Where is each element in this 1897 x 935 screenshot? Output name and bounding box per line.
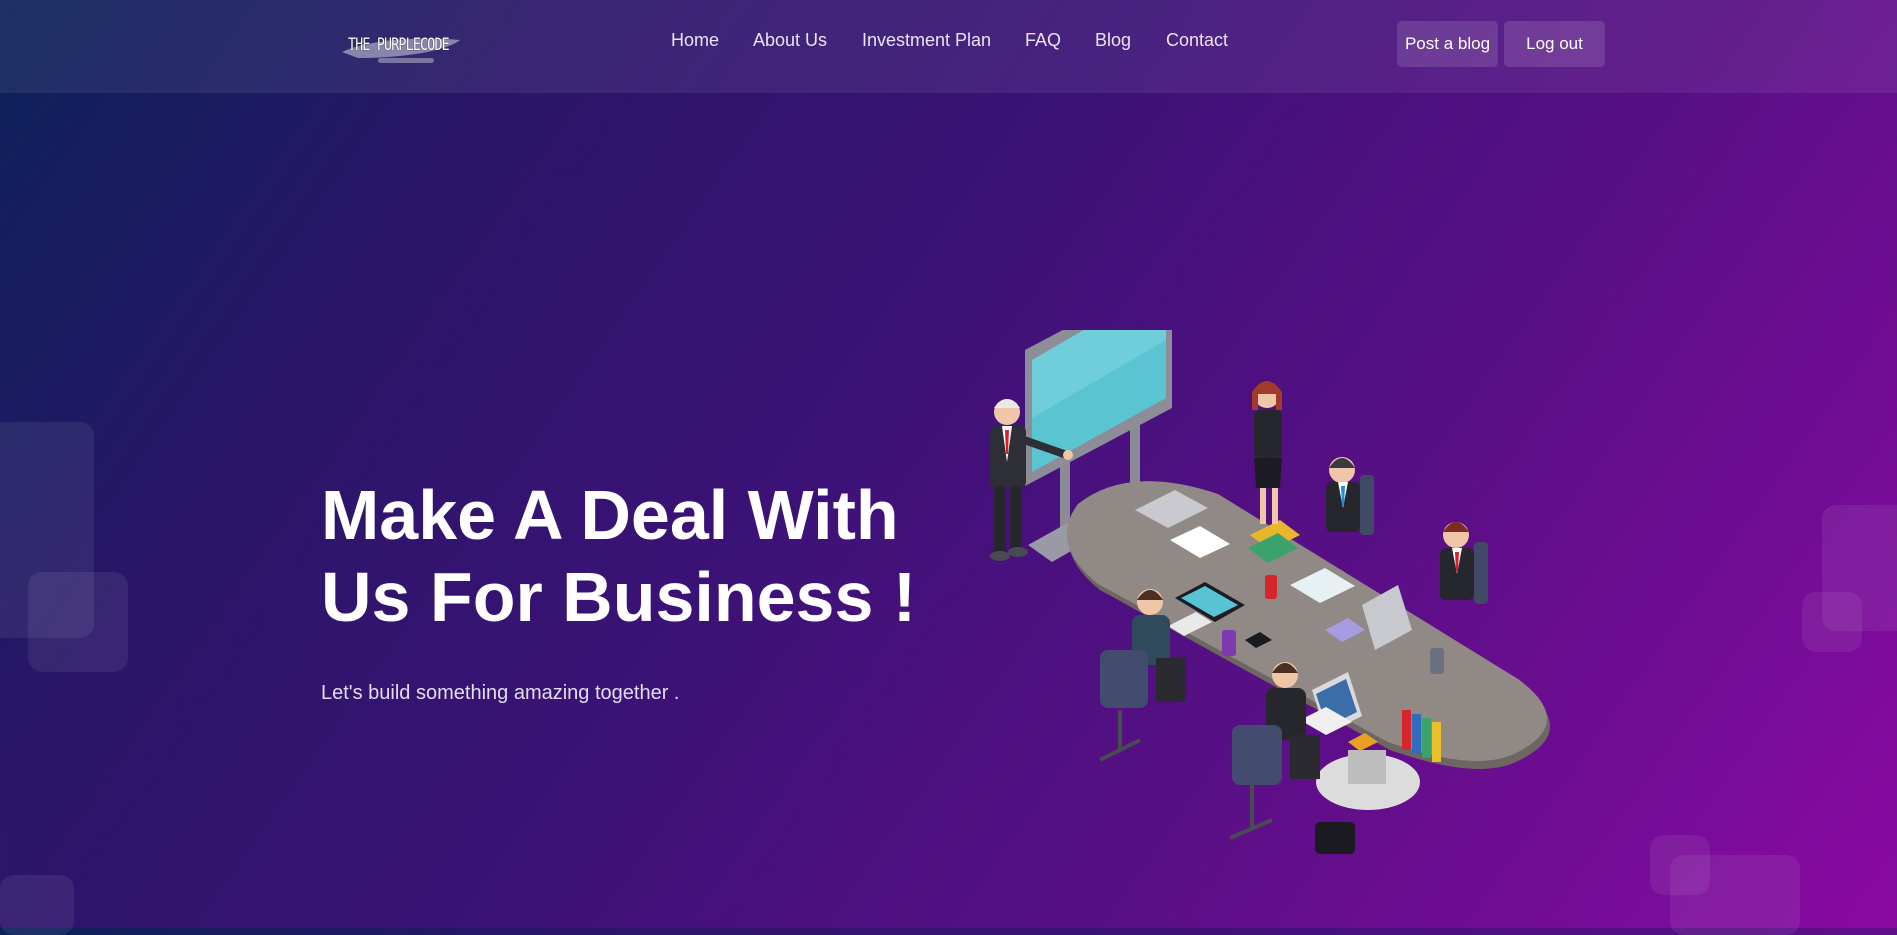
- logo-text: THE PURPLECODE: [348, 35, 450, 55]
- seated-man-figure: [1326, 457, 1374, 535]
- hero-title: Make A Deal With Us For Business !: [321, 474, 941, 638]
- brand-logo[interactable]: THE PURPLECODE: [338, 28, 464, 66]
- decor-shape: [1670, 855, 1800, 935]
- business-meeting-illustration: [990, 330, 1550, 854]
- logout-button[interactable]: Log out: [1504, 21, 1605, 67]
- nav-faq[interactable]: FAQ: [1025, 30, 1061, 51]
- post-blog-button[interactable]: Post a blog: [1397, 21, 1498, 67]
- nav-contact[interactable]: Contact: [1166, 30, 1228, 51]
- nav-blog[interactable]: Blog: [1095, 30, 1131, 51]
- standing-woman-figure: [1252, 381, 1282, 524]
- nav-about-us[interactable]: About Us: [753, 30, 827, 51]
- top-navbar: THE PURPLECODE Home About Us Investment …: [0, 0, 1897, 93]
- hero-title-line-2: Us For Business !: [321, 558, 917, 636]
- decor-shape: [1802, 592, 1862, 652]
- nav-investment-plan[interactable]: Investment Plan: [862, 30, 991, 51]
- hero-title-line-1: Make A Deal With: [321, 476, 899, 554]
- decor-shape: [28, 572, 128, 672]
- decor-shape: [0, 875, 74, 935]
- nav-home[interactable]: Home: [671, 30, 719, 51]
- hero-subtitle: Let's build something amazing together .: [321, 682, 680, 704]
- seated-man-figure: [1440, 522, 1488, 604]
